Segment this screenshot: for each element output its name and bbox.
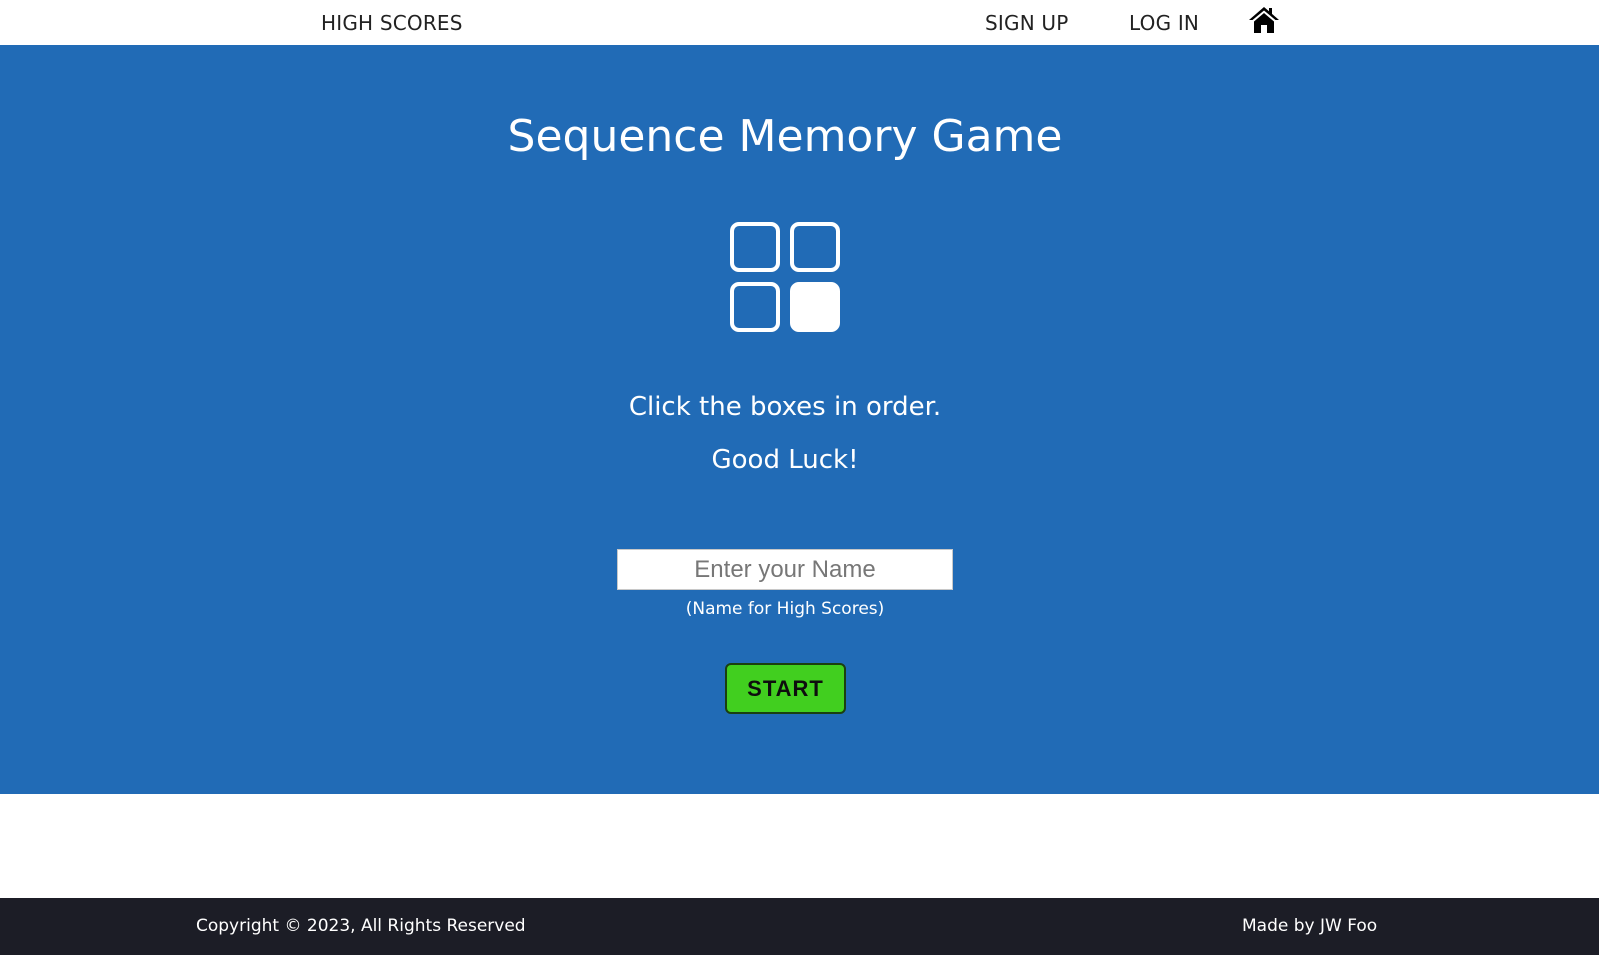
nav-log-in-link[interactable]: LOG IN: [1129, 10, 1199, 36]
nav-high-scores-link[interactable]: HIGH SCORES: [321, 10, 463, 36]
name-hint-text: (Name for High Scores): [685, 599, 885, 619]
logo-box-outline: [730, 282, 780, 332]
home-icon[interactable]: [1248, 5, 1280, 35]
top-navbar: HIGH SCORES SIGN UP LOG IN: [0, 0, 1599, 45]
nav-sign-up-link[interactable]: SIGN UP: [985, 10, 1069, 36]
good-luck-text: Good Luck!: [711, 445, 859, 475]
logo-box-outline: [790, 222, 840, 272]
author-credit-text: Made by JW Foo: [1242, 916, 1378, 936]
start-button[interactable]: START: [725, 663, 846, 714]
copyright-text: Copyright © 2023, All Rights Reserved: [196, 916, 526, 936]
grid-2x2-icon: [730, 222, 841, 333]
logo-box-outline: [730, 222, 780, 272]
logo-box-filled: [790, 282, 840, 332]
footer: Copyright © 2023, All Rights Reserved Ma…: [0, 898, 1599, 955]
instruction-text: Click the boxes in order.: [628, 392, 942, 422]
page-title: Sequence Memory Game: [507, 111, 1063, 162]
name-input[interactable]: [617, 549, 953, 590]
hero-section: Sequence Memory Game Click the boxes in …: [0, 45, 1599, 794]
